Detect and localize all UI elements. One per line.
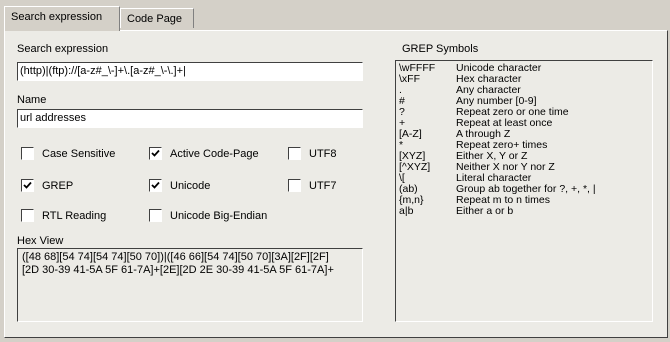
rtl-reading-checkbox[interactable]: RTL Reading xyxy=(21,209,106,222)
checkmark-icon xyxy=(151,149,160,157)
tab-search-expression[interactable]: Search expression xyxy=(4,6,120,31)
grep-checkbox[interactable]: GREP xyxy=(21,179,73,192)
checkbox-label: Unicode Big-Endian xyxy=(170,209,268,222)
name-label: Name xyxy=(17,94,47,106)
grep-symbol: . xyxy=(399,84,402,96)
grep-symbol: # xyxy=(399,95,405,107)
search-expression-label: Search expression xyxy=(17,43,109,55)
unicode-checkbox[interactable]: Unicode xyxy=(149,179,210,192)
grep-symbol-row: \xFF Hex character xyxy=(399,74,649,85)
grep-symbol: [A-Z] xyxy=(399,128,422,140)
grep-symbol: [^XYZ] xyxy=(399,161,431,173)
checkbox-label: GREP xyxy=(42,179,74,192)
checkmark-icon xyxy=(23,181,32,189)
case-sensitive-checkbox[interactable]: Case Sensitive xyxy=(21,147,115,160)
grep-symbol: \xFF xyxy=(399,73,420,85)
checkbox-box xyxy=(149,147,162,160)
checkbox-label: Active Code-Page xyxy=(170,147,259,160)
checkbox-label: RTL Reading xyxy=(42,209,107,222)
grep-symbol-row: a|b Either a or b xyxy=(399,206,649,217)
name-input[interactable]: url addresses xyxy=(17,109,363,128)
unicode-big-endian-checkbox[interactable]: Unicode Big-Endian xyxy=(149,209,267,222)
search-expression-input[interactable]: (http)|(ftp)://[a-z#_\-]+\.[a-z#_\-\.]+| xyxy=(17,62,363,81)
hex-view-box: ([48 68][54 74][54 74][50 70])|([46 66][… xyxy=(17,248,363,322)
checkbox-label: Case Sensitive xyxy=(42,147,116,160)
utf8-checkbox[interactable]: UTF8 xyxy=(288,147,337,160)
checkbox-box xyxy=(21,179,34,192)
grep-symbols-label: GREP Symbols xyxy=(402,43,479,55)
checkbox-box xyxy=(21,147,34,160)
grep-symbol-row: + Repeat at least once xyxy=(399,118,649,129)
checkbox-box xyxy=(288,147,301,160)
hex-view-line: [2D 30-39 41-5A 5F 61-7A]+[2E][2D 2E 30-… xyxy=(22,264,334,276)
grep-symbol-row: {m,n} Repeat m to n times xyxy=(399,195,649,206)
checkmark-icon xyxy=(151,181,160,189)
search-expression-panel: Search expression (http)|(ftp)://[a-z#_\… xyxy=(4,30,668,338)
checkbox-box xyxy=(288,179,301,192)
checkbox-label: UTF8 xyxy=(309,147,337,160)
checkbox-box xyxy=(149,179,162,192)
checkbox-label: UTF7 xyxy=(309,179,337,192)
checkbox-box xyxy=(149,209,162,222)
hex-view-line: ([48 68][54 74][54 74][50 70])|([46 66][… xyxy=(22,251,329,263)
checkbox-box xyxy=(21,209,34,222)
hex-view-label: Hex View xyxy=(17,235,64,247)
grep-symbol: a|b xyxy=(399,205,414,217)
active-code-page-checkbox[interactable]: Active Code-Page xyxy=(149,147,259,160)
grep-symbol-row: \wFFFF Unicode character xyxy=(399,63,649,74)
checkbox-label: Unicode xyxy=(170,179,211,192)
grep-symbols-list[interactable]: \wFFFF Unicode character \xFF Hex characte… xyxy=(395,60,653,322)
utf7-checkbox[interactable]: UTF7 xyxy=(288,179,337,192)
grep-symbol-desc: Either a or b xyxy=(456,205,514,217)
grep-symbol: ? xyxy=(399,106,405,118)
tab-code-page[interactable]: Code Page xyxy=(120,8,194,28)
